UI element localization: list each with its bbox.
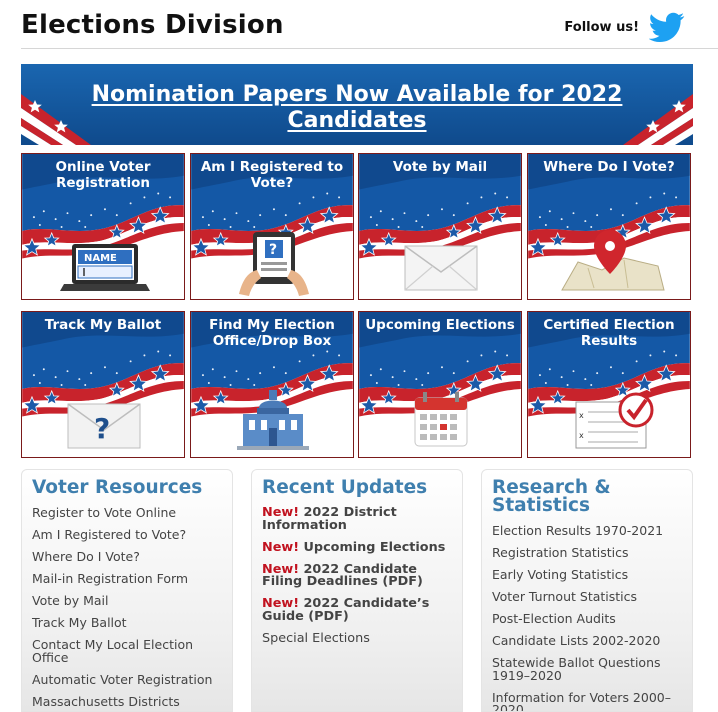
recent-updates-panel: Recent Updates New! 2022 District Inform… [251,469,463,712]
svg-text:x: x [579,431,584,440]
list-item[interactable]: Early Voting Statistics [492,568,684,582]
list-item[interactable]: Statewide Ballot Questions 1919–2020 [492,656,684,682]
recent-updates-title: Recent Updates [262,477,428,498]
voter-resources-panel: Voter Resources Register to Vote Online … [21,469,233,712]
voter-resources-title: Voter Resources [32,477,203,498]
research-statistics-title: Research & Statistics [492,477,611,516]
tile-am-i-registered[interactable]: ? Am I Registered to Vote? [190,153,354,300]
page-title: Elections Division [21,10,284,40]
tile-where-do-i-vote[interactable]: Where Do I Vote? [527,153,691,300]
list-item[interactable]: Automatic Voter Registration [32,673,224,687]
list-item[interactable]: Registration Statistics [492,546,684,560]
tile-label: Track My Ballot [44,317,162,333]
list-item[interactable]: Voter Turnout Statistics [492,590,684,604]
list-item[interactable]: Am I Registered to Vote? [32,528,224,542]
new-badge: New! [262,539,300,555]
list-item[interactable]: Mail-in Registration Form [32,572,224,586]
recent-updates-list: New! 2022 District Information New! Upco… [262,506,454,655]
calendar-icon [414,392,468,447]
tile-track-my-ballot[interactable]: ? Track My Ballot [21,311,185,458]
list-item[interactable]: Election Results 1970-2021 [492,524,684,538]
list-item[interactable]: Contact My Local Election Office [32,638,224,664]
svg-text:NAME: NAME [84,253,117,264]
list-item[interactable]: New! 2022 District Information [262,506,454,532]
research-statistics-panel: Research & Statistics Election Results 1… [481,469,693,712]
list-item[interactable]: Candidate Lists 2002-2020 [492,634,684,648]
follow-us-label: Follow us! [564,20,639,35]
list-item[interactable]: Vote by Mail [32,594,224,608]
update-link[interactable]: Upcoming Elections [304,540,446,555]
list-item[interactable]: New! Upcoming Elections [262,539,454,555]
voter-resources-list: Register to Vote Online Am I Registered … [32,506,224,711]
tile-online-voter-registration[interactable]: NAME Online Voter Registration [21,153,185,300]
site-header: Elections Division Follow us! [21,0,718,49]
list-item[interactable]: Track My Ballot [32,616,224,630]
envelope-question-icon: ? [67,403,141,449]
banner-headline-link[interactable]: Nomination Papers Now Available for 2022… [61,82,653,134]
list-item[interactable]: New! 2022 Candidate’s Guide (PDF) [262,597,454,623]
list-item[interactable]: Post-Election Audits [492,612,684,626]
tile-certified-results[interactable]: x x Certified Election Results [527,311,691,458]
list-item[interactable]: Register to Vote Online [32,506,224,520]
tile-upcoming-elections[interactable]: Upcoming Elections [358,311,522,458]
tile-label: Am I Registered to Vote? [200,159,344,191]
tile-label: Vote by Mail [392,159,488,175]
tile-label: Upcoming Elections [365,317,515,333]
nomination-banner[interactable]: Nomination Papers Now Available for 2022… [21,64,693,145]
tile-label: Online Voter Registration [55,159,151,191]
tile-label: Find My Election Office/Drop Box [209,317,335,349]
list-item[interactable]: Where Do I Vote? [32,550,224,564]
tile-label: Where Do I Vote? [543,159,675,175]
twitter-bird-icon[interactable] [649,12,685,44]
tile-find-election-office[interactable]: Find My Election Office/Drop Box [190,311,354,458]
list-item[interactable]: Information for Voters 2000–2020 [492,691,684,711]
tile-vote-by-mail[interactable]: Vote by Mail [358,153,522,300]
tile-label: Certified Election Results [543,317,675,349]
svg-text:x: x [579,411,584,420]
map-pin-icon [561,230,665,291]
svg-text:?: ? [269,242,277,258]
list-item[interactable]: New! 2022 Candidate Filing Deadlines (PD… [262,563,454,589]
envelope-icon [404,245,478,291]
list-item[interactable]: Special Elections [262,632,454,646]
research-statistics-list: Election Results 1970-2021 Registration … [492,524,684,711]
list-item[interactable]: Massachusetts Districts [32,695,224,709]
svg-text:?: ? [94,412,110,445]
